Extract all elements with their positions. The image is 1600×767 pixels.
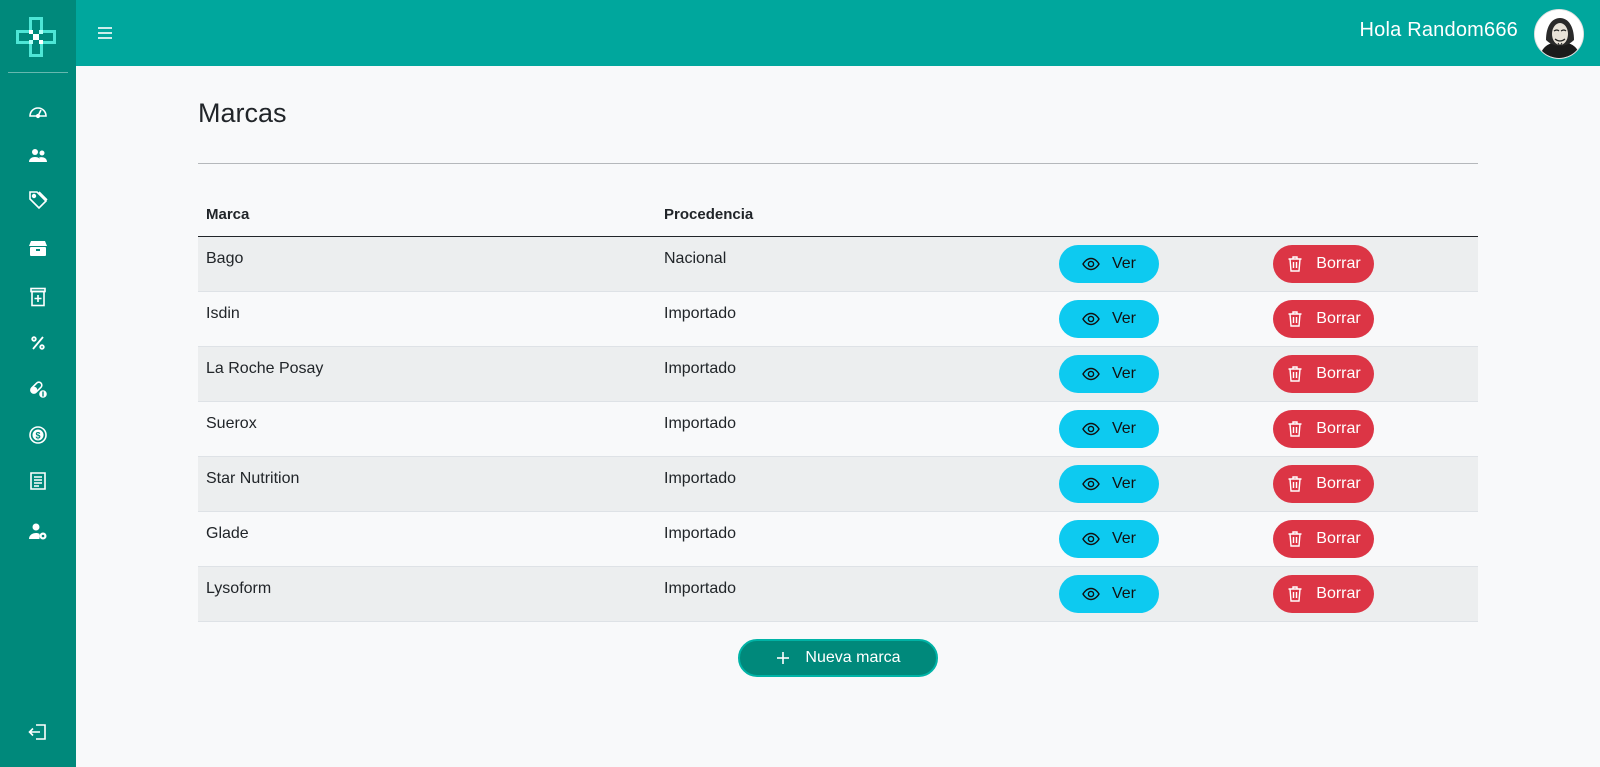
- cell-marca: Lysoform: [206, 580, 272, 597]
- svg-text:$: $: [35, 431, 40, 441]
- delete-button[interactable]: Borrar: [1273, 355, 1374, 393]
- title-divider: [198, 163, 1478, 164]
- delete-button[interactable]: Borrar: [1273, 300, 1374, 338]
- delete-button-label: Borrar: [1316, 310, 1361, 327]
- dollar-icon[interactable]: $: [20, 418, 56, 452]
- avatar[interactable]: [1534, 9, 1584, 59]
- delete-button-label: Borrar: [1316, 585, 1361, 602]
- view-button[interactable]: Ver: [1059, 245, 1159, 283]
- eye-icon: [1082, 365, 1100, 383]
- delete-button[interactable]: Borrar: [1273, 575, 1374, 613]
- delete-button[interactable]: Borrar: [1273, 520, 1374, 558]
- tags-icon[interactable]: [20, 183, 56, 217]
- inventory-box-icon[interactable]: [20, 231, 56, 265]
- new-brand-button[interactable]: Nueva marca: [738, 639, 938, 677]
- eye-icon: [1082, 420, 1100, 438]
- table-body: Bago Nacional Ver Borrar Isdin Importado…: [198, 237, 1478, 622]
- cell-procedencia: Importado: [664, 580, 737, 597]
- cell-procedencia: Importado: [664, 305, 737, 322]
- view-button[interactable]: Ver: [1059, 465, 1159, 503]
- sidebar: $: [0, 0, 76, 767]
- receipt-icon[interactable]: [20, 464, 56, 498]
- trash-icon: [1286, 365, 1304, 383]
- delete-button-label: Borrar: [1316, 530, 1361, 547]
- cell-marca: Star Nutrition: [206, 470, 300, 487]
- page-title: Marcas: [198, 98, 287, 128]
- table-header: Marca Procedencia: [198, 196, 1478, 237]
- user-greeting: Hola Random666: [1359, 19, 1518, 41]
- table-row: Glade Importado Ver Borrar: [198, 512, 1478, 567]
- view-button[interactable]: Ver: [1059, 410, 1159, 448]
- eye-icon: [1082, 255, 1100, 273]
- user-settings-icon[interactable]: [20, 514, 56, 548]
- table-row: Isdin Importado Ver Borrar: [198, 292, 1478, 347]
- view-button[interactable]: Ver: [1059, 355, 1159, 393]
- table-row: Suerox Importado Ver Borrar: [198, 402, 1478, 457]
- trash-icon: [1286, 420, 1304, 438]
- pills-icon[interactable]: [20, 372, 56, 406]
- cell-procedencia: Importado: [664, 415, 737, 432]
- plus-icon: [775, 650, 791, 666]
- view-button-label: Ver: [1111, 365, 1136, 382]
- view-button-label: Ver: [1111, 530, 1136, 547]
- table-row: La Roche Posay Importado Ver Borrar: [198, 347, 1478, 402]
- table-row: Bago Nacional Ver Borrar: [198, 237, 1478, 292]
- new-brand-label: Nueva marca: [805, 649, 901, 666]
- column-header-marca: Marca: [206, 206, 250, 223]
- view-button-label: Ver: [1111, 585, 1136, 602]
- cell-marca: Isdin: [206, 305, 240, 322]
- delete-button[interactable]: Borrar: [1273, 245, 1374, 283]
- table-row: Lysoform Importado Ver Borrar: [198, 567, 1478, 622]
- view-button-label: Ver: [1111, 475, 1136, 492]
- trash-icon: [1286, 475, 1304, 493]
- eye-icon: [1082, 475, 1100, 493]
- trash-icon: [1286, 530, 1304, 548]
- cell-procedencia: Importado: [664, 470, 737, 487]
- view-button-label: Ver: [1111, 310, 1136, 327]
- cell-procedencia: Nacional: [664, 250, 727, 267]
- cell-procedencia: Importado: [664, 360, 737, 377]
- delete-button-label: Borrar: [1316, 255, 1361, 272]
- cell-marca: Glade: [206, 525, 249, 542]
- view-button-label: Ver: [1111, 420, 1136, 437]
- cell-procedencia: Importado: [664, 525, 737, 542]
- delete-button-label: Borrar: [1316, 475, 1361, 492]
- delete-button-label: Borrar: [1316, 365, 1361, 382]
- cell-marca: Bago: [206, 250, 244, 267]
- table-row: Star Nutrition Importado Ver Borrar: [198, 457, 1478, 512]
- view-button[interactable]: Ver: [1059, 575, 1159, 613]
- trash-icon: [1286, 585, 1304, 603]
- delete-button[interactable]: Borrar: [1273, 410, 1374, 448]
- logout-icon[interactable]: [20, 715, 56, 749]
- brands-table: Marca Procedencia Bago Nacional Ver Borr…: [198, 196, 1478, 622]
- percent-icon[interactable]: [20, 326, 56, 360]
- pharmacy-cross-icon[interactable]: [14, 15, 58, 59]
- eye-icon: [1082, 530, 1100, 548]
- hamburger-menu-icon[interactable]: [94, 22, 116, 44]
- view-button[interactable]: Ver: [1059, 520, 1159, 558]
- medicine-bottle-icon[interactable]: [20, 280, 56, 314]
- trash-icon: [1286, 255, 1304, 273]
- view-button[interactable]: Ver: [1059, 300, 1159, 338]
- users-icon[interactable]: [20, 139, 56, 173]
- delete-button-label: Borrar: [1316, 420, 1361, 437]
- delete-button[interactable]: Borrar: [1273, 465, 1374, 503]
- dashboard-gauge-icon[interactable]: [20, 95, 56, 129]
- column-header-procedencia: Procedencia: [664, 206, 754, 223]
- sidebar-divider: [8, 72, 68, 73]
- eye-icon: [1082, 585, 1100, 603]
- view-button-label: Ver: [1111, 255, 1136, 272]
- top-header: Hola Random666: [76, 0, 1600, 66]
- cell-marca: La Roche Posay: [206, 360, 324, 377]
- cell-marca: Suerox: [206, 415, 257, 432]
- eye-icon: [1082, 310, 1100, 328]
- trash-icon: [1286, 310, 1304, 328]
